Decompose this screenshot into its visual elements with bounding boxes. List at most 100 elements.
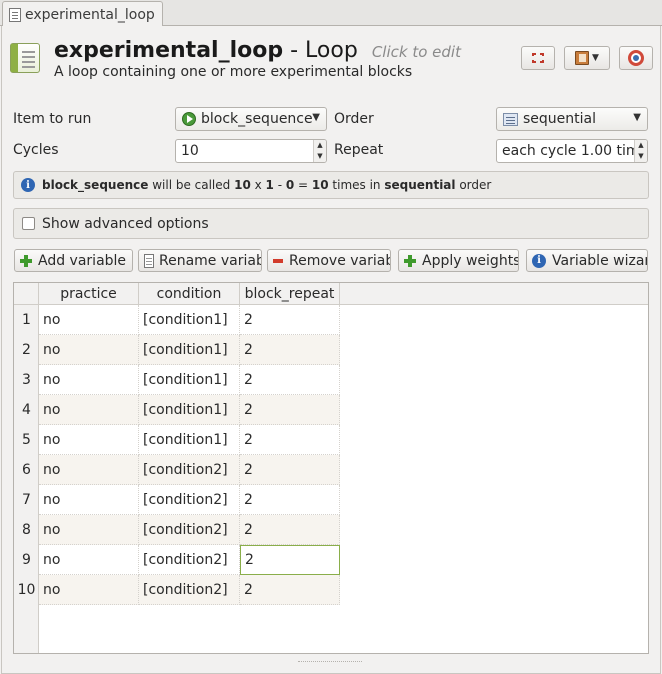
item-type: Loop — [305, 38, 358, 63]
table-cell-condition[interactable]: [condition1] — [139, 335, 240, 365]
summary-x: x — [250, 178, 266, 192]
table-cell-condition[interactable]: [condition2] — [139, 455, 240, 485]
table-cell-condition[interactable]: [condition1] — [139, 365, 240, 395]
item-name[interactable]: experimental_loop — [54, 38, 283, 63]
fullscreen-icon — [532, 53, 544, 63]
table-cell-practice[interactable]: no — [39, 545, 139, 575]
table-cell-block-repeat[interactable]: 2 — [240, 365, 340, 395]
row-header[interactable]: 5 — [14, 425, 39, 455]
tab-label: experimental_loop — [25, 6, 155, 23]
book-icon — [575, 51, 590, 65]
column-header-condition[interactable]: condition — [139, 283, 240, 305]
rename-variable-label: Rename variable — [159, 252, 261, 269]
cycles-value: 10 — [181, 143, 199, 159]
table-cell-practice[interactable]: no — [39, 485, 139, 515]
table-cell-condition[interactable]: [condition2] — [139, 575, 240, 605]
table-cell-practice[interactable]: no — [39, 305, 139, 335]
click-to-edit-hint[interactable]: Click to edit — [372, 43, 461, 61]
table-cell-block-repeat[interactable]: 2 — [240, 395, 340, 425]
row-header[interactable]: 4 — [14, 395, 39, 425]
apply-weights-button[interactable]: Apply weights — [398, 249, 519, 272]
table-cell-block-repeat[interactable]: 2 — [240, 485, 340, 515]
remove-variable-button[interactable]: Remove variable — [267, 249, 391, 272]
table-cell-block-repeat[interactable]: 2 — [240, 455, 340, 485]
lifebuoy-help-icon — [628, 50, 644, 66]
repeat-spinbox[interactable]: each cycle 1.00 times ▲ ▼ — [496, 139, 648, 163]
item-to-run-select[interactable]: block_sequence ▼ — [175, 107, 327, 131]
loop-table[interactable]: practice condition block_repeat 1 no [cond… — [13, 282, 649, 654]
table-cell-block-repeat[interactable]: 2 — [240, 545, 340, 575]
table-cell-condition[interactable]: [condition2] — [139, 515, 240, 545]
table-cell-practice[interactable]: no — [39, 455, 139, 485]
summary-order-suffix: order — [455, 178, 492, 192]
table-cell-block-repeat[interactable]: 2 — [240, 575, 340, 605]
header-title[interactable]: experimental_loop - Loop Click to edit — [54, 38, 461, 63]
table-cell-practice[interactable]: no — [39, 335, 139, 365]
table-cell-condition[interactable]: [condition2] — [139, 485, 240, 515]
item-menu-button[interactable]: ▼ — [564, 46, 610, 70]
cycles-label: Cycles — [13, 142, 59, 158]
table-cell-practice[interactable]: no — [39, 365, 139, 395]
row-header[interactable]: 10 — [14, 575, 39, 605]
table-cell-practice[interactable]: no — [39, 575, 139, 605]
advanced-options-checkbox[interactable] — [22, 217, 35, 230]
variable-wizard-label: Variable wizard — [552, 252, 647, 269]
table-cell-block-repeat[interactable]: 2 — [240, 335, 340, 365]
row-header[interactable]: 6 — [14, 455, 39, 485]
info-icon: i — [21, 178, 35, 192]
row-header[interactable]: 1 — [14, 305, 39, 335]
document-icon — [9, 7, 21, 22]
repeat-value: each cycle 1.00 times — [502, 143, 648, 159]
help-button[interactable] — [619, 46, 653, 70]
tab-bar: experimental_loop — [0, 0, 662, 27]
row-header[interactable]: 9 — [14, 545, 39, 575]
summary-order: sequential — [384, 178, 456, 192]
table-cell-practice[interactable]: no — [39, 515, 139, 545]
table-cell-condition[interactable]: [condition1] — [139, 395, 240, 425]
table-cell-block-repeat[interactable]: 2 — [240, 305, 340, 335]
loop-summary: i block_sequence will be called 10 x 1 -… — [13, 171, 649, 199]
item-to-run-label: Item to run — [13, 111, 92, 127]
variable-wizard-button[interactable]: i Variable wizard — [526, 249, 648, 272]
summary-times-in: times in — [328, 178, 385, 192]
rename-variable-button[interactable]: Rename variable — [138, 249, 262, 272]
item-to-run-value: block_sequence — [201, 111, 313, 127]
minus-icon — [273, 258, 283, 263]
sequence-run-icon — [182, 112, 196, 126]
cycles-spinbox[interactable]: 10 ▲ ▼ — [175, 139, 327, 163]
row-header[interactable]: 3 — [14, 365, 39, 395]
item-description[interactable]: A loop containing one or more experiment… — [54, 64, 412, 80]
row-header[interactable]: 8 — [14, 515, 39, 545]
order-label: Order — [334, 111, 374, 127]
order-select[interactable]: sequential ▼ — [496, 107, 648, 131]
title-separator: - — [283, 38, 306, 63]
summary-cycles: 10 — [234, 178, 251, 192]
add-variable-button[interactable]: Add variable — [14, 249, 133, 272]
summary-total: 10 — [311, 178, 329, 192]
row-header[interactable]: 7 — [14, 485, 39, 515]
table-cell-practice[interactable]: no — [39, 425, 139, 455]
row-header[interactable]: 2 — [14, 335, 39, 365]
repeat-stepper[interactable]: ▲ ▼ — [634, 140, 647, 162]
fullscreen-button[interactable] — [521, 46, 555, 70]
column-header-practice[interactable]: practice — [39, 283, 139, 305]
table-corner[interactable] — [14, 283, 39, 305]
table-cell-condition[interactable]: [condition1] — [139, 425, 240, 455]
table-cell-block-repeat[interactable]: 2 — [240, 515, 340, 545]
advanced-options-toggle[interactable]: Show advanced options — [13, 208, 649, 239]
table-cell-practice[interactable]: no — [39, 395, 139, 425]
table-cell-condition[interactable]: [condition2] — [139, 545, 240, 575]
tab-experimental-loop[interactable]: experimental_loop — [2, 1, 163, 27]
table-cell-block-repeat[interactable]: 2 — [240, 425, 340, 455]
resize-grip[interactable] — [298, 661, 362, 663]
info-icon: i — [532, 253, 546, 268]
summary-equals: = — [294, 178, 312, 192]
advanced-options-label: Show advanced options — [42, 215, 209, 232]
column-header-block-repeat[interactable]: block_repeat — [240, 283, 340, 305]
summary-will-be-called: will be called — [148, 178, 235, 192]
summary-item: block_sequence — [42, 178, 149, 192]
cycles-stepper[interactable]: ▲ ▼ — [313, 140, 326, 162]
table-cell-condition[interactable]: [condition1] — [139, 305, 240, 335]
plus-icon — [404, 254, 416, 267]
plus-icon — [20, 254, 32, 267]
